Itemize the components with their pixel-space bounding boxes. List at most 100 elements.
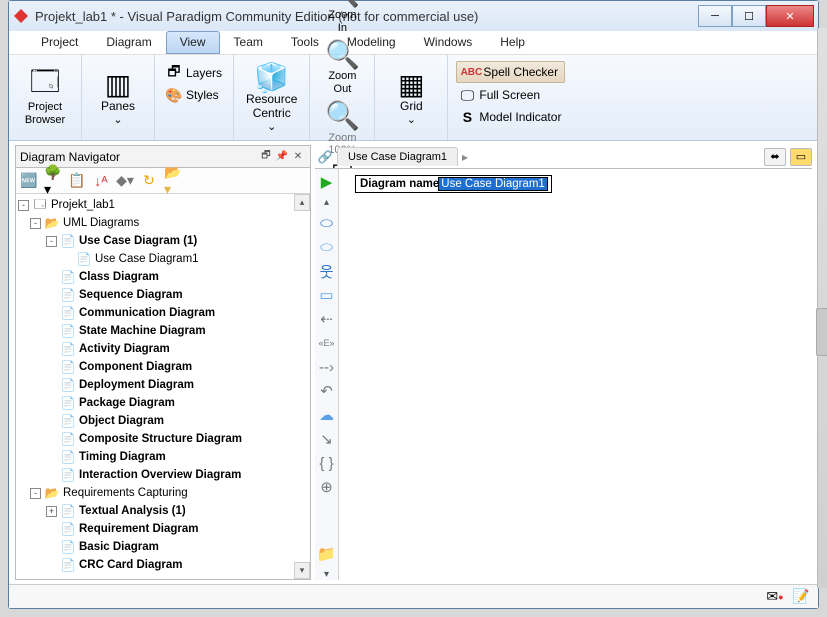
tree-item[interactable]: -📂UML Diagrams: [16, 214, 310, 232]
diagram-tree[interactable]: -🗔Projekt_lab1 -📂UML Diagrams-📄Use Case …: [16, 194, 310, 579]
layers-button[interactable]: 🗗 Layers: [163, 63, 225, 83]
tree-item[interactable]: 📄Activity Diagram: [16, 340, 310, 358]
panel-title: Diagram Navigator: [20, 150, 120, 164]
tool-palette: ▶ ▴ ⬭ ⬭ 웃 ▭ ⇠ «E» --› ↶ ☁ ↘ { } ⊕ 📁 ▾: [315, 169, 339, 580]
tree-item[interactable]: 📄Basic Diagram: [16, 538, 310, 556]
styles-icon: 🎨: [166, 87, 182, 103]
tree-item[interactable]: 📄CRC Card Diagram: [16, 556, 310, 574]
mail-icon[interactable]: ✉●: [766, 589, 784, 605]
note-edit-icon[interactable]: 📝: [792, 589, 810, 605]
use-case-tool-icon[interactable]: ⬭: [318, 214, 336, 232]
window-resize-grip[interactable]: [817, 28, 827, 588]
menu-windows[interactable]: Windows: [410, 31, 487, 54]
collapse-icon[interactable]: ◆▾: [116, 172, 134, 190]
anchor-tool-icon[interactable]: ↘: [318, 430, 336, 448]
menu-bar: ProjectDiagramViewTeamToolsModelingWindo…: [9, 31, 818, 55]
spell-checker-button[interactable]: ABC Spell Checker: [456, 61, 565, 83]
layers-icon: 🗗: [166, 65, 182, 81]
panes-button[interactable]: ▥ Panes⌄: [90, 66, 146, 128]
tree-item[interactable]: 📄Object Diagram: [16, 412, 310, 430]
fit-width-button[interactable]: ⬌: [764, 148, 786, 166]
scroll-up-icon[interactable]: ▴: [294, 194, 310, 211]
diagram-navigator-panel: Diagram Navigator 🗗 📌 ✕ 🆕 🌳▾ 📋 ↓ᴬ ◆▾ ↻ 📂…: [15, 145, 311, 580]
menu-help[interactable]: Help: [486, 31, 539, 54]
palette-down-icon[interactable]: ▾: [324, 569, 329, 580]
app-window: Projekt_lab1 * - Visual Paradigm Communi…: [8, 0, 819, 609]
tree-item[interactable]: 📄Timing Diagram: [16, 448, 310, 466]
full-screen-icon: 🖵: [459, 87, 475, 103]
palette-up-icon[interactable]: ▴: [324, 197, 329, 208]
new-diagram-icon[interactable]: 🆕: [20, 172, 38, 190]
resource-centric-button[interactable]: 🧊 ResourceCentric⌄: [242, 59, 301, 135]
body: Diagram Navigator 🗗 📌 ✕ 🆕 🌳▾ 📋 ↓ᴬ ◆▾ ↻ 📂…: [9, 141, 818, 584]
zoom-out-icon: 🔍: [326, 38, 358, 70]
tree-options-icon[interactable]: 🌳▾: [44, 172, 62, 190]
maximize-button[interactable]: ☐: [732, 5, 766, 27]
constraint-tool-icon[interactable]: { }: [318, 454, 336, 472]
diagram-name-label: Diagram name: [360, 178, 439, 190]
editor-area: 🔗 Use Case Diagram1 ▸ ⬌ ▭ ▶ ▴ ⬭ ⬭ 웃 ▭ ⇠ …: [315, 145, 812, 580]
presentation-button[interactable]: ▭: [790, 148, 812, 166]
tree-item[interactable]: 📄Component Diagram: [16, 358, 310, 376]
association-tool-icon[interactable]: ⇠: [318, 310, 336, 328]
tree-item[interactable]: 📄Use Case Diagram1: [16, 250, 310, 268]
palette-folder-icon[interactable]: 📁: [318, 545, 336, 563]
zoom-in-button[interactable]: 🔍 ZoomIn: [314, 0, 370, 36]
scrollbar[interactable]: ▴ ▾: [294, 194, 310, 579]
tree-item[interactable]: +📄Textual Analysis (1): [16, 502, 310, 520]
menu-team[interactable]: Team: [220, 31, 277, 54]
tree-item[interactable]: 📄Sequence Diagram: [16, 286, 310, 304]
connector-tool-icon[interactable]: ⊕: [318, 478, 336, 496]
tree-item[interactable]: 📄Deployment Diagram: [16, 376, 310, 394]
refresh-icon[interactable]: ↻: [140, 172, 158, 190]
tree-item[interactable]: -📂Requirements Capturing: [16, 484, 310, 502]
tree-item[interactable]: 📄State Machine Diagram: [16, 322, 310, 340]
panel-toolbar: 🆕 🌳▾ 📋 ↓ᴬ ◆▾ ↻ 📂▾: [16, 168, 310, 194]
menu-view[interactable]: View: [166, 31, 220, 54]
panes-icon: ▥: [102, 68, 134, 100]
panel-restore-icon[interactable]: 🗗: [258, 149, 274, 165]
tree-item[interactable]: -📄Use Case Diagram (1): [16, 232, 310, 250]
include-tool-icon[interactable]: ↶: [318, 382, 336, 400]
spell-checker-icon: ABC: [463, 64, 479, 80]
extend-tool-icon[interactable]: «E»: [318, 334, 336, 352]
sub-use-case-icon[interactable]: ⬭: [318, 238, 336, 256]
zoom-out-button[interactable]: 🔍 ZoomOut: [314, 36, 370, 97]
panel-pin-icon[interactable]: 📌: [274, 149, 290, 165]
diagram-name-editor[interactable]: Diagram name Use Case Diagram1: [355, 175, 552, 193]
sort-icon[interactable]: ↓ᴬ: [92, 172, 110, 190]
tree-item[interactable]: 📄Package Diagram: [16, 394, 310, 412]
note-tool-icon[interactable]: ☁: [318, 406, 336, 424]
menu-project[interactable]: Project: [27, 31, 92, 54]
open-folder-icon[interactable]: 📂▾: [164, 172, 182, 190]
grid-button[interactable]: ▦ Grid⌄: [383, 66, 439, 128]
tree-item[interactable]: 📄Communication Diagram: [16, 304, 310, 322]
tree-item[interactable]: 📄Interaction Overview Diagram: [16, 466, 310, 484]
tree-item[interactable]: 📄Class Diagram: [16, 268, 310, 286]
tree-item[interactable]: 📄Composite Structure Diagram: [16, 430, 310, 448]
tab-use-case-diagram1[interactable]: Use Case Diagram1: [337, 147, 458, 166]
project-browser-icon: 🗔: [29, 69, 61, 101]
model-indicator-button[interactable]: S Model Indicator: [456, 107, 564, 127]
minimize-button[interactable]: ─: [698, 5, 732, 27]
dependency-tool-icon[interactable]: --›: [318, 358, 336, 376]
diagram-canvas[interactable]: Diagram name Use Case Diagram1: [339, 169, 812, 580]
styles-button[interactable]: 🎨 Styles: [163, 85, 222, 105]
system-tool-icon[interactable]: ▭: [318, 286, 336, 304]
full-screen-button[interactable]: 🖵 Full Screen: [456, 85, 543, 105]
menu-diagram[interactable]: Diagram: [92, 31, 165, 54]
actor-tool-icon[interactable]: 웃: [318, 262, 336, 280]
scroll-down-icon[interactable]: ▾: [294, 562, 310, 579]
tree-item[interactable]: 📄Requirement Diagram: [16, 520, 310, 538]
diagram-name-input[interactable]: Use Case Diagram1: [439, 178, 547, 190]
filter-icon[interactable]: 📋: [68, 172, 86, 190]
panel-close-icon[interactable]: ✕: [290, 149, 306, 165]
canvas-wrap: ▶ ▴ ⬭ ⬭ 웃 ▭ ⇠ «E» --› ↶ ☁ ↘ { } ⊕ 📁 ▾: [315, 169, 812, 580]
cursor-tool-icon[interactable]: ▶: [318, 173, 336, 191]
grid-icon: ▦: [395, 68, 427, 100]
project-browser-button[interactable]: 🗔 ProjectBrowser: [17, 67, 73, 128]
tree-root[interactable]: -🗔Projekt_lab1: [16, 196, 310, 214]
zoom-in-icon: 🔍: [326, 0, 358, 9]
link-icon[interactable]: 🔗: [317, 149, 333, 165]
close-button[interactable]: ✕: [766, 5, 814, 27]
